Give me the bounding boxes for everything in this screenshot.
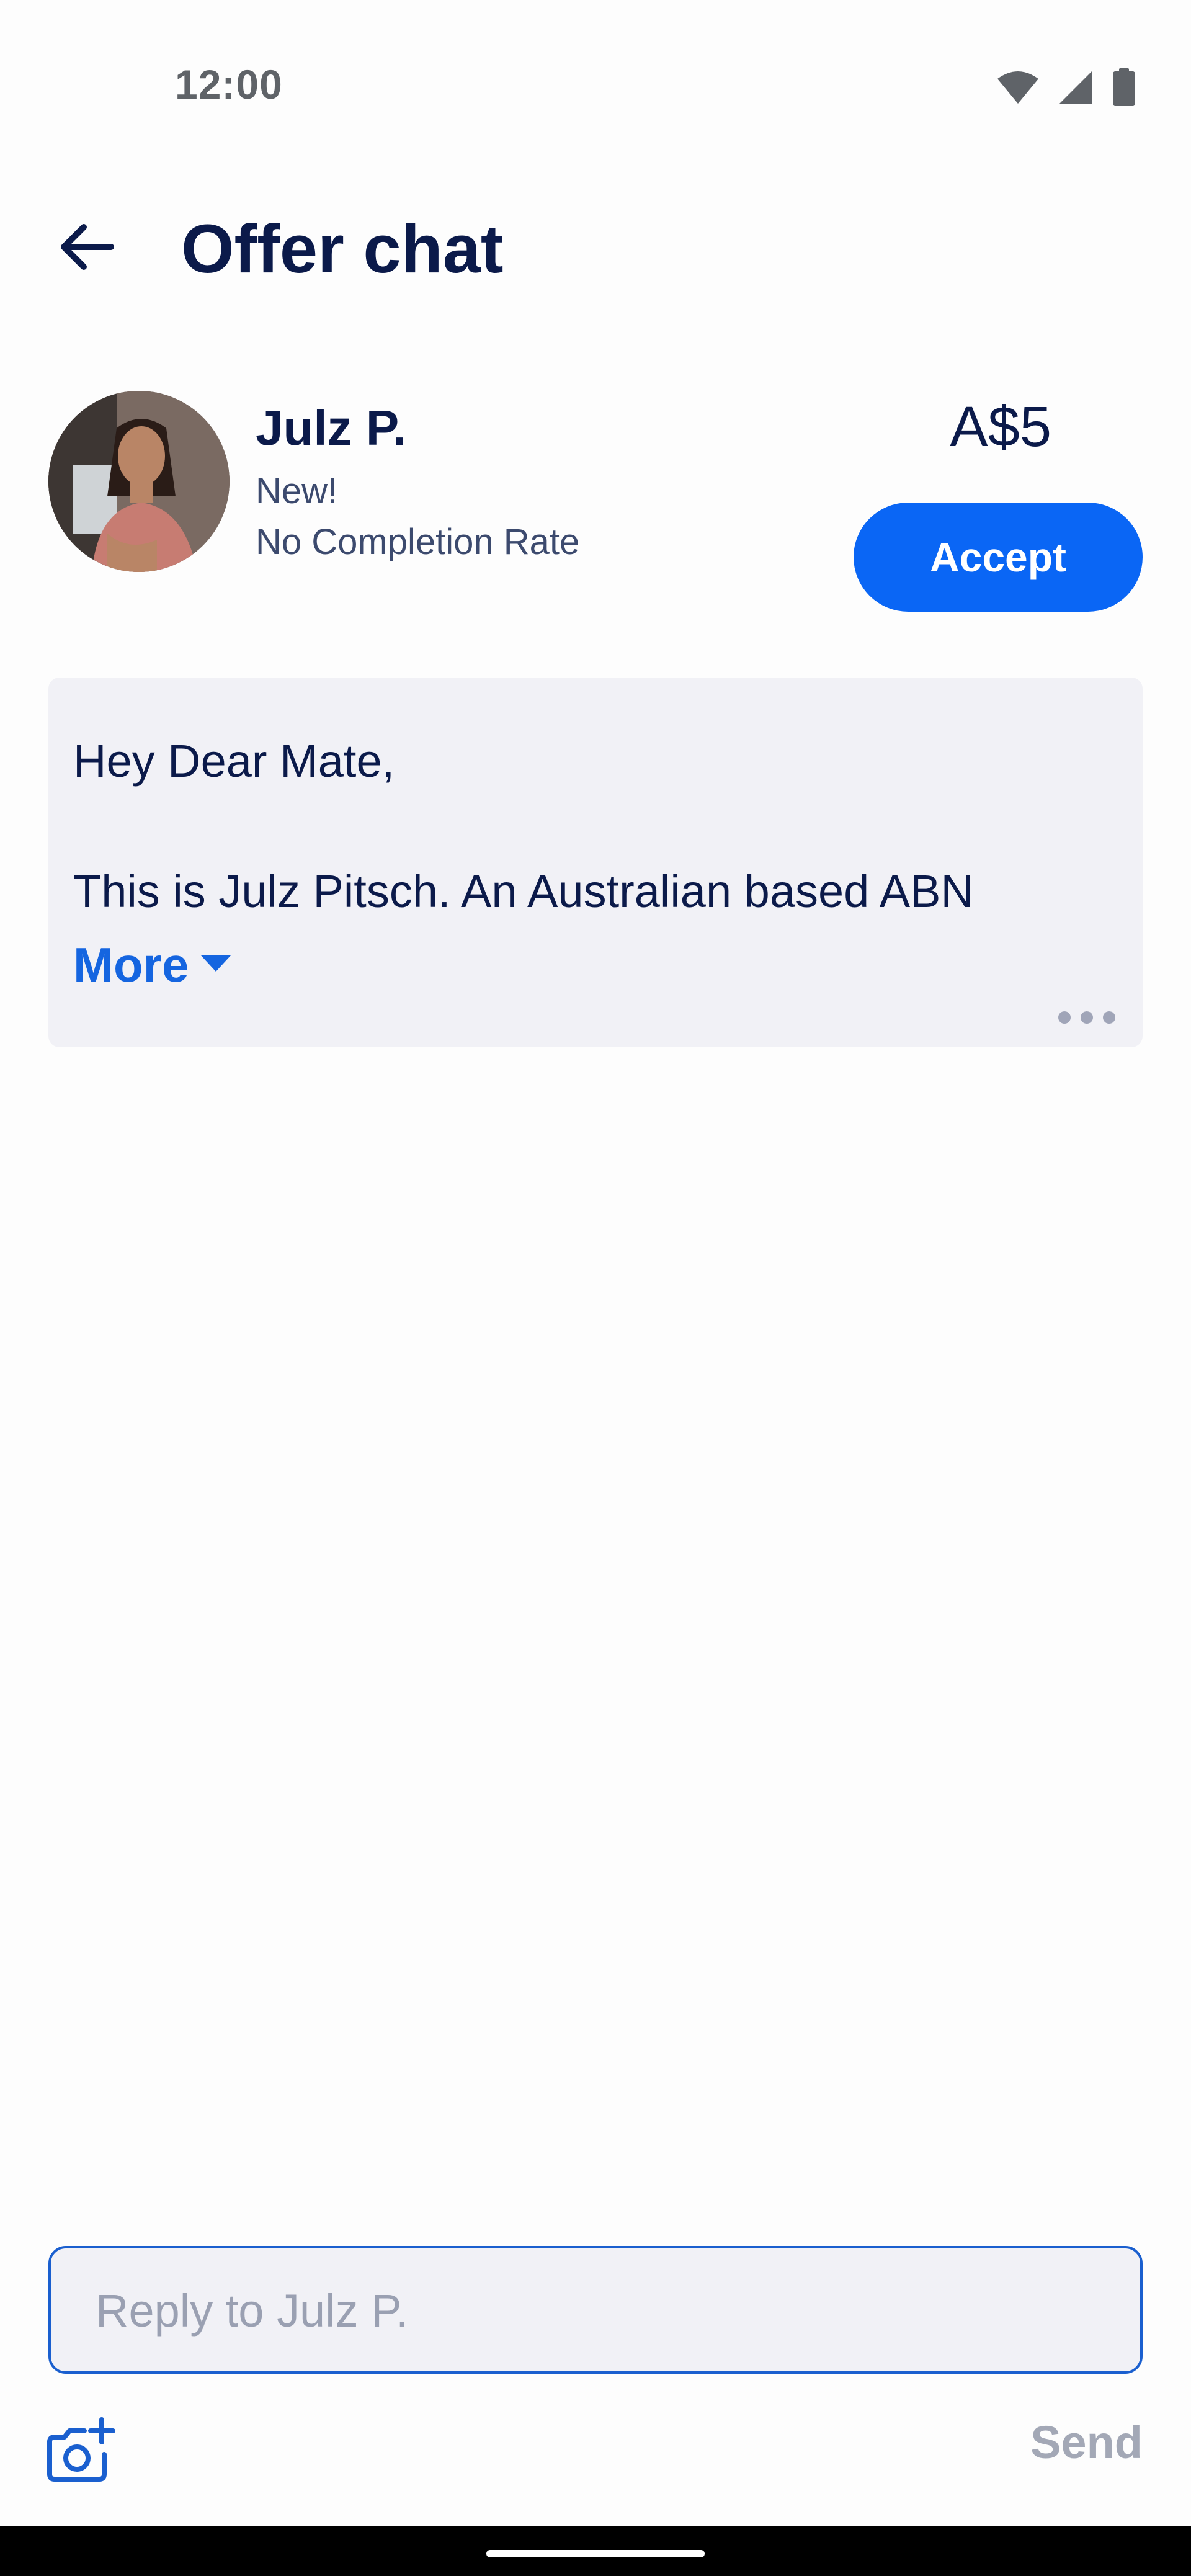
- accept-button[interactable]: Accept: [854, 503, 1143, 612]
- add-photo-camera-icon: [43, 2417, 118, 2490]
- more-horizontal-icon[interactable]: [1053, 1006, 1120, 1029]
- app-bar: Offer chat: [0, 186, 1191, 316]
- caret-down-icon: [200, 954, 232, 976]
- offer-price: A$5: [950, 395, 1051, 458]
- arrow-left-icon: [59, 222, 115, 275]
- options-dot: [1058, 1011, 1071, 1024]
- offer-message-card: Hey Dear Mate, This is Julz Pitsch. An A…: [48, 678, 1143, 1047]
- user-name[interactable]: Julz P.: [256, 400, 406, 457]
- back-button[interactable]: [50, 211, 124, 285]
- cellular-signal-icon: [1058, 70, 1093, 108]
- status-icons: [996, 68, 1136, 110]
- message-body-preview: This is Julz Pitsch. An Australian based…: [73, 865, 974, 917]
- options-dot: [1103, 1011, 1115, 1024]
- reply-input[interactable]: [94, 2248, 1102, 2373]
- offer-header: Julz P. New! No Completion Rate A$5 Acce…: [0, 385, 1191, 620]
- status-bar: 12:00: [0, 0, 1191, 155]
- wifi-icon: [996, 70, 1040, 108]
- options-dot: [1081, 1011, 1093, 1024]
- page-title: Offer chat: [181, 211, 504, 287]
- completion-rate: No Completion Rate: [256, 522, 580, 562]
- more-button[interactable]: More: [73, 937, 232, 993]
- offer-chat-screen: 12:00 Offer chat Julz P. New! No Complet…: [0, 0, 1191, 2576]
- message-greeting: Hey Dear Mate,: [73, 735, 395, 787]
- home-indicator[interactable]: [486, 2550, 705, 2557]
- new-user-badge: New!: [256, 471, 338, 511]
- status-time: 12:00: [175, 61, 283, 107]
- send-button[interactable]: Send: [1030, 2416, 1143, 2469]
- more-label: More: [73, 937, 189, 992]
- navigation-bar: [0, 2526, 1191, 2576]
- add-photo-button[interactable]: [43, 2413, 118, 2488]
- reply-field[interactable]: [48, 2246, 1143, 2374]
- avatar[interactable]: [48, 391, 230, 572]
- battery-icon: [1112, 68, 1136, 110]
